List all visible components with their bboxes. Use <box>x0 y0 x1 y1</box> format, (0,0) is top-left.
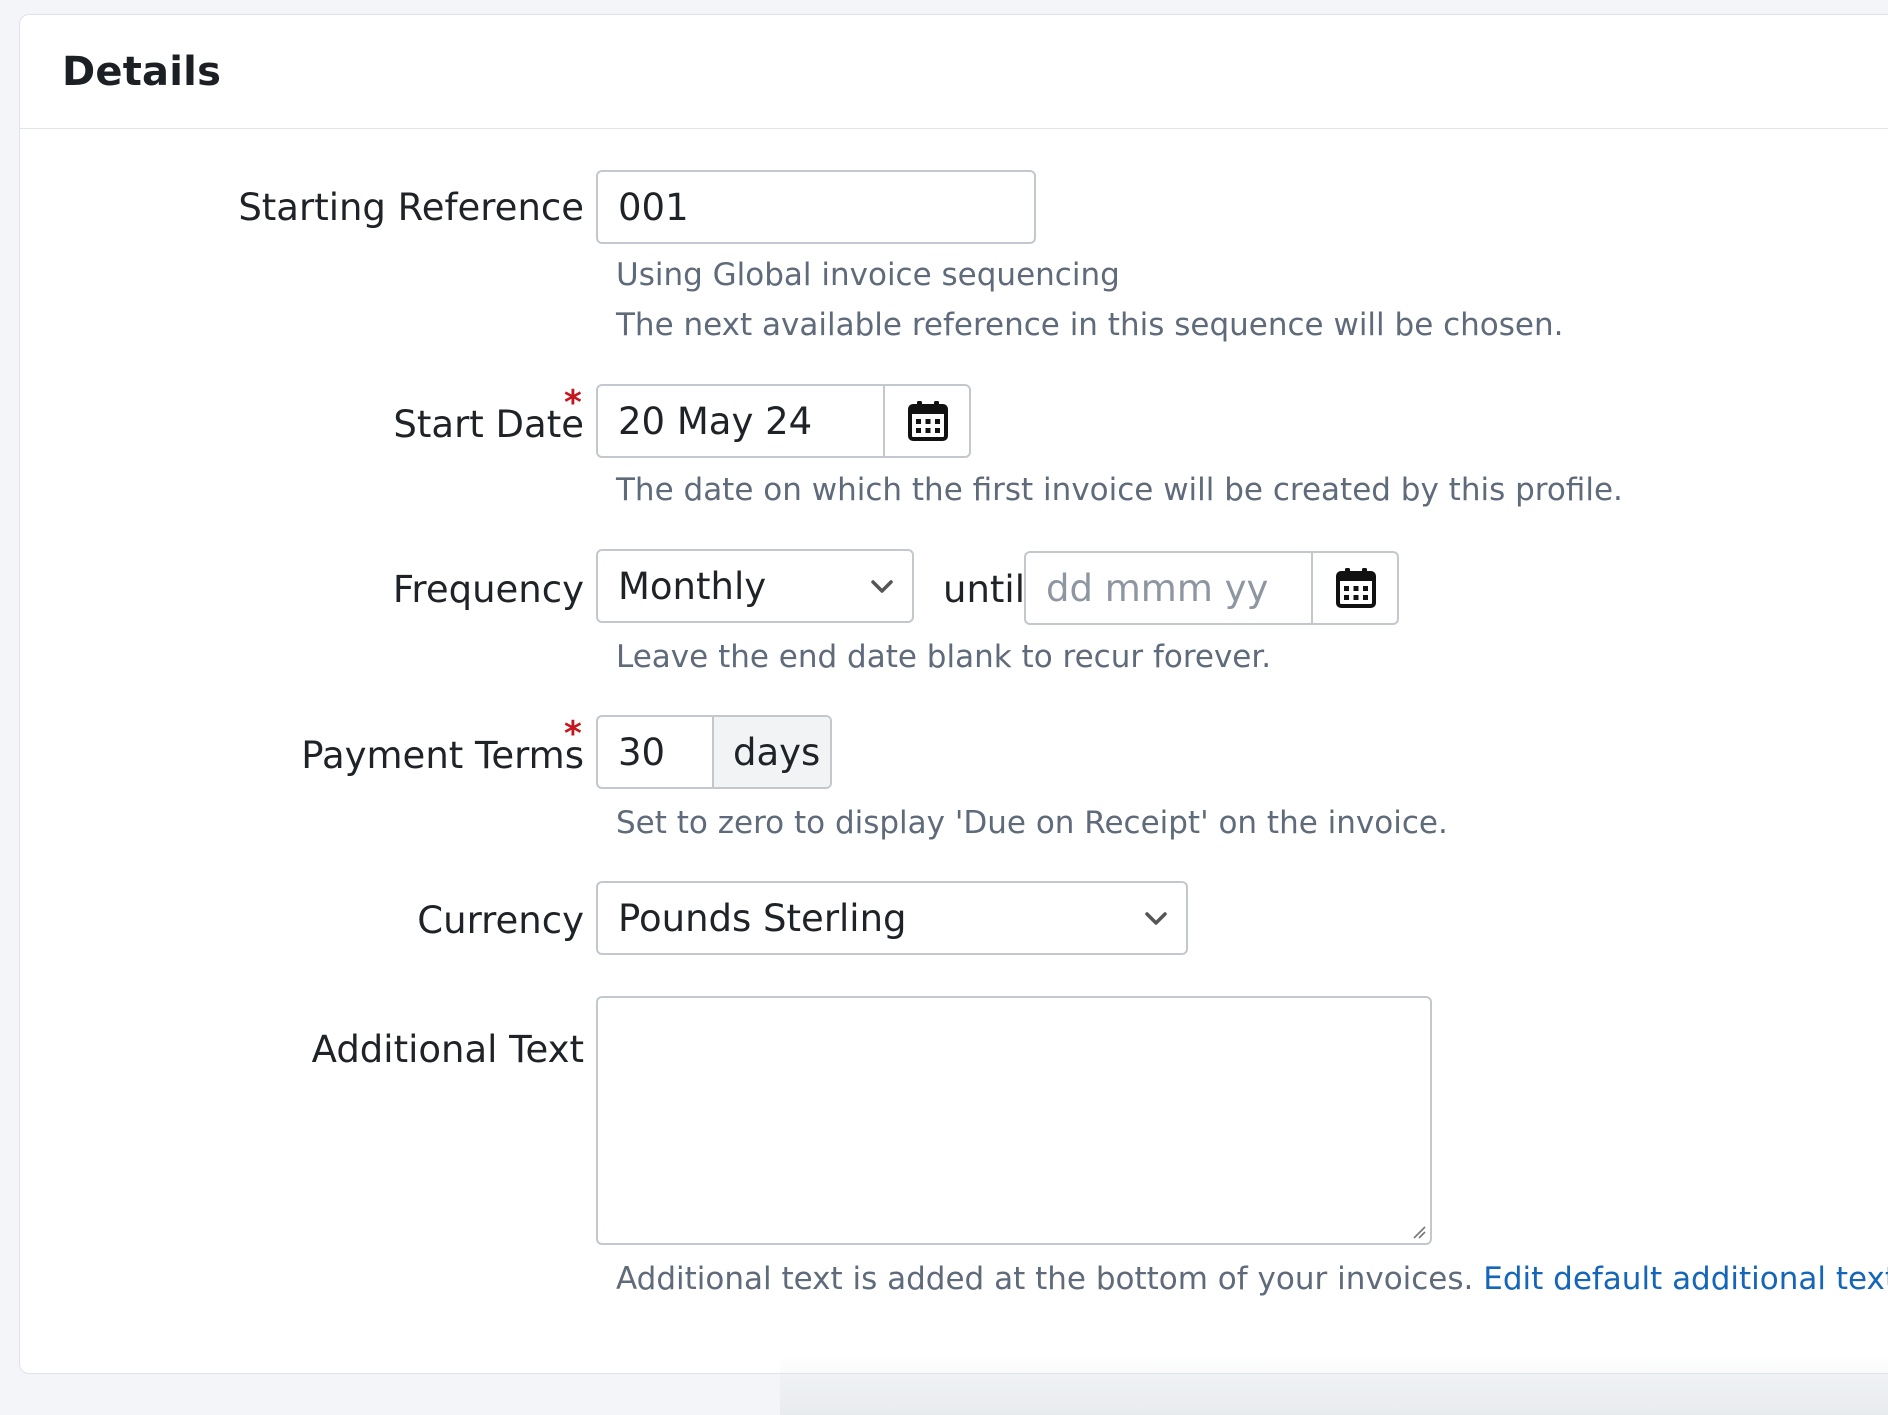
starting-reference-help-1: Using Global invoice sequencing <box>616 257 1120 293</box>
additional-text-help: Additional text is added at the bottom o… <box>616 1261 1888 1297</box>
starting-reference-help-2: The next available reference in this seq… <box>616 307 1564 343</box>
additional-text-label: Additional Text <box>311 1028 584 1071</box>
additional-text-help-text: Additional text is added at the bottom o… <box>616 1261 1474 1297</box>
payment-terms-unit-addon: days <box>712 717 830 787</box>
until-label: until <box>943 568 1025 611</box>
currency-selected: Pounds Sterling <box>618 897 907 940</box>
start-date-help: The date on which the first invoice will… <box>616 472 1623 508</box>
payment-terms-required-mark: * <box>564 714 582 754</box>
calendar-icon[interactable] <box>885 386 971 456</box>
additional-text-textarea[interactable] <box>596 996 1432 1245</box>
resize-handle-icon[interactable] <box>1410 1223 1426 1239</box>
starting-reference-value: 001 <box>618 186 689 229</box>
payment-terms-help: Set to zero to display 'Due on Receipt' … <box>616 805 1448 841</box>
currency-label: Currency <box>417 899 584 942</box>
currency-select[interactable]: Pounds Sterling <box>596 881 1188 955</box>
start-date-value: 20 May 24 <box>618 400 813 443</box>
start-date-input[interactable]: 20 May 24 <box>596 384 971 458</box>
panel-title: Details <box>62 49 222 95</box>
calendar-icon[interactable] <box>1313 553 1399 623</box>
edit-default-additional-text-link[interactable]: Edit default additional text <box>1483 1261 1888 1297</box>
bottom-fade <box>780 1355 1888 1415</box>
frequency-select[interactable]: Monthly <box>596 549 914 623</box>
starting-reference-label: Starting Reference <box>238 186 584 229</box>
frequency-label: Frequency <box>392 568 584 611</box>
payment-terms-input[interactable]: 30 days <box>596 715 832 789</box>
panel-header: Details <box>20 15 1888 129</box>
chevron-down-icon <box>871 580 893 593</box>
payment-terms-unit: days <box>733 731 821 774</box>
frequency-selected: Monthly <box>618 565 767 608</box>
start-date-required-mark: * <box>564 383 582 423</box>
frequency-help: Leave the end date blank to recur foreve… <box>616 639 1272 675</box>
payment-terms-label: Payment Terms <box>301 734 584 777</box>
chevron-down-icon <box>1145 912 1167 925</box>
starting-reference-input[interactable]: 001 <box>596 170 1036 244</box>
details-panel: Details Starting Reference 001 Using Glo… <box>19 14 1888 1415</box>
end-date-input[interactable]: dd mmm yy <box>1024 551 1399 625</box>
payment-terms-value: 30 <box>618 731 666 774</box>
start-date-label: Start Date <box>393 403 584 446</box>
end-date-placeholder: dd mmm yy <box>1046 567 1269 610</box>
